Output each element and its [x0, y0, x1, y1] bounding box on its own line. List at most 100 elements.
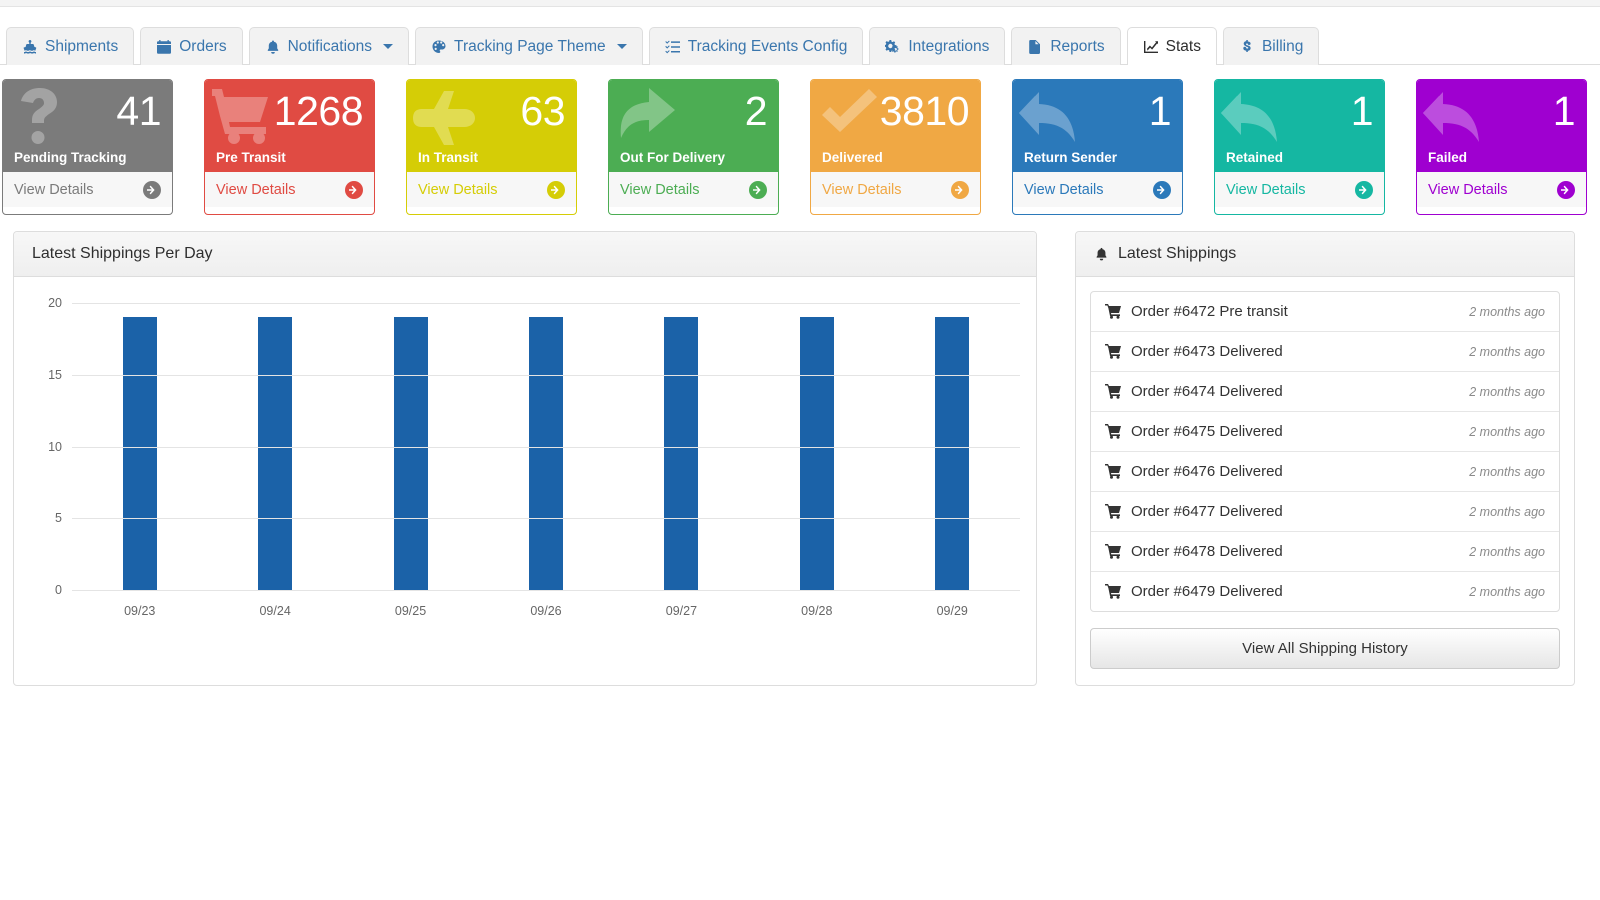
shipping-list-item[interactable]: Order #6473 Delivered 2 months ago — [1091, 332, 1559, 372]
shopping-cart-icon — [1105, 584, 1122, 599]
status-card-body: 1 Failed — [1417, 80, 1586, 172]
shipping-list-item[interactable]: Order #6479 Delivered2 months ago — [1091, 572, 1559, 611]
tab-label: Shipments — [45, 38, 118, 56]
chart-bar[interactable] — [529, 317, 563, 590]
chart-x-tick: 09/25 — [343, 604, 478, 618]
shipping-list-item[interactable]: Order #6474 Delivered2 months ago — [1091, 372, 1559, 412]
tab-tracking-events-config[interactable]: Tracking Events Config — [649, 27, 864, 65]
status-card-view-details[interactable]: View Details — [609, 172, 778, 207]
status-card-view-details[interactable]: View Details — [1417, 172, 1586, 207]
status-card-body: 1268Pre Transit — [205, 80, 374, 172]
shipping-item-timestamp: 2 months ago — [1469, 585, 1545, 599]
tab-billing[interactable]: Billing — [1223, 27, 1319, 65]
tab-label: Stats — [1166, 38, 1201, 56]
shipping-item-timestamp: 2 months ago — [1469, 345, 1545, 359]
status-card-label: Return Sender — [1024, 150, 1117, 165]
chart-x-tick: 09/27 — [614, 604, 749, 618]
status-card-view-details[interactable]: View Details — [407, 172, 576, 207]
shipping-list-item[interactable]: Order #6478 Delivered2 months ago — [1091, 532, 1559, 572]
shipping-item-timestamp: 2 months ago — [1469, 465, 1545, 479]
shipping-item-main: Order #6477 Delivered — [1105, 503, 1283, 520]
view-details-label: View Details — [1226, 182, 1306, 198]
view-details-label: View Details — [216, 182, 296, 198]
tab-stats[interactable]: Stats — [1127, 27, 1217, 65]
chart-bar[interactable] — [800, 317, 834, 590]
status-card-failed[interactable]: 1 Failed View Details — [1416, 79, 1587, 215]
chart-y-tick: 20 — [48, 296, 62, 310]
status-card-pre-transit[interactable]: 1268Pre Transit View Details — [204, 79, 375, 215]
shipping-item-main: Order #6473 Delivered — [1105, 343, 1283, 360]
chart-x-tick: 09/23 — [72, 604, 207, 618]
chart-y-tick: 0 — [55, 583, 62, 597]
chart-gridline — [72, 303, 1020, 304]
status-card-body: 1 Retained — [1215, 80, 1384, 172]
tab-label: Tracking Events Config — [688, 38, 848, 56]
arrow-right-icon — [345, 181, 363, 199]
status-card-view-details[interactable]: View Details — [3, 172, 172, 207]
chart-x-tick: 09/29 — [885, 604, 1020, 618]
latest-shippings-panel: Latest Shippings Order #6472 Pre transit… — [1075, 231, 1575, 686]
tab-reports[interactable]: Reports — [1011, 27, 1120, 65]
status-card-body: 2Out For Delivery — [609, 80, 778, 172]
arrow-right-icon — [749, 181, 767, 199]
chart-bar[interactable] — [935, 317, 969, 590]
tab-label: Integrations — [908, 38, 989, 56]
shipping-item-text: Order #6477 Delivered — [1131, 503, 1283, 520]
bar-chart: 05101520 09/2309/2409/2509/2609/2709/280… — [14, 277, 1036, 645]
panels-area: Latest Shippings Per Day 05101520 09/230… — [0, 215, 1600, 686]
status-card-delivered[interactable]: 3810DeliveredView Details — [810, 79, 981, 215]
status-card-out-for-delivery[interactable]: 2Out For DeliveryView Details — [608, 79, 779, 215]
tab-shipments[interactable]: Shipments — [6, 27, 134, 65]
status-card-row: 41Pending TrackingView Details1268Pre Tr… — [0, 65, 1600, 215]
arrow-right-icon — [1557, 181, 1575, 199]
status-card-count: 1 — [1428, 86, 1575, 136]
arrow-right-icon — [1153, 181, 1171, 199]
chart-bar[interactable] — [258, 317, 292, 590]
status-card-count: 1 — [1226, 86, 1373, 136]
status-card-body: 1 Return Sender — [1013, 80, 1182, 172]
tab-label: Reports — [1050, 38, 1104, 56]
chart-bar[interactable] — [394, 317, 428, 590]
status-card-count: 1 — [1024, 86, 1171, 136]
tab-label: Tracking Page Theme — [454, 38, 606, 56]
status-card-label: In Transit — [418, 150, 478, 165]
shipping-list-item[interactable]: Order #6476 Delivered 2 months ago — [1091, 452, 1559, 492]
status-card-count: 63 — [418, 86, 565, 136]
status-card-count: 3810 — [822, 86, 969, 136]
list-icon — [665, 39, 681, 55]
tab-orders[interactable]: Orders — [140, 27, 242, 65]
view-details-label: View Details — [14, 182, 94, 198]
status-card-return-sender[interactable]: 1 Return Sender View Details — [1012, 79, 1183, 215]
shipping-item-main: Order #6476 Delivered — [1105, 463, 1283, 480]
shipping-list-item[interactable]: Order #6475 Delivered2 months ago — [1091, 412, 1559, 452]
status-card-count: 1268 — [216, 86, 363, 136]
chevron-down-icon — [383, 44, 393, 49]
arrow-right-icon — [143, 181, 161, 199]
chart-panel-title: Latest Shippings Per Day — [14, 232, 1036, 277]
status-card-label: Retained — [1226, 150, 1283, 165]
view-all-shipping-history-button[interactable]: View All Shipping History — [1090, 628, 1560, 669]
tab-tracking-page-theme[interactable]: Tracking Page Theme — [415, 27, 643, 65]
arrow-right-icon — [1355, 181, 1373, 199]
gears-icon — [885, 39, 901, 55]
shipping-list-item[interactable]: Order #6477 Delivered2 months ago — [1091, 492, 1559, 532]
chart-gridline — [72, 518, 1020, 519]
status-card-pending-tracking[interactable]: 41Pending TrackingView Details — [2, 79, 173, 215]
tab-label: Billing — [1262, 38, 1303, 56]
tab-notifications[interactable]: Notifications — [249, 27, 409, 65]
tab-integrations[interactable]: Integrations — [869, 27, 1005, 65]
status-card-in-transit[interactable]: 63 In Transit View Details — [406, 79, 577, 215]
latest-shippings-body: Order #6472 Pre transit2 months agoOrder… — [1076, 277, 1574, 685]
shipping-item-text: Order #6474 Delivered — [1131, 383, 1283, 400]
status-card-view-details[interactable]: View Details — [1013, 172, 1182, 207]
status-card-label: Failed — [1428, 150, 1467, 165]
status-card-retained[interactable]: 1 Retained View Details — [1214, 79, 1385, 215]
status-card-view-details[interactable]: View Details — [205, 172, 374, 207]
chart-bar[interactable] — [664, 317, 698, 590]
chart-bar[interactable] — [123, 317, 157, 590]
latest-shippings-title: Latest Shippings — [1118, 245, 1236, 263]
status-card-view-details[interactable]: View Details — [1215, 172, 1384, 207]
shipping-list-item[interactable]: Order #6472 Pre transit2 months ago — [1091, 292, 1559, 332]
status-card-view-details[interactable]: View Details — [811, 172, 980, 207]
view-details-label: View Details — [822, 182, 902, 198]
